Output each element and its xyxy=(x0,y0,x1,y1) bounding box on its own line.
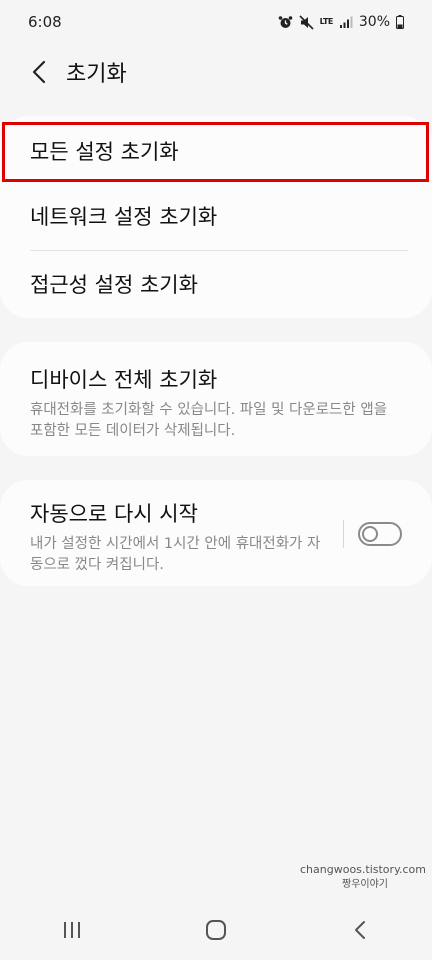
watermark-name: 짱우이야기 xyxy=(342,879,388,890)
reset-all-settings-label: 모든 설정 초기화 xyxy=(30,140,179,164)
watermark: changwoos.tistory.com 짱우이야기 xyxy=(300,862,426,892)
reset-accessibility-settings-item[interactable]: 접근성 설정 초기화 xyxy=(0,250,432,318)
lte-icon: LTE xyxy=(319,17,334,26)
status-bar: 6:08 LTE 30% xyxy=(0,0,432,44)
auto-restart-card[interactable]: 자동으로 다시 시작 내가 설정한 시간에서 1시간 안에 휴대전화가 자동으로… xyxy=(0,480,432,586)
factory-reset-item: 디바이스 전체 초기화 휴대전화를 초기화할 수 있습니다. 파일 및 다운로드… xyxy=(30,364,402,442)
app-header: 초기화 xyxy=(0,44,432,100)
watermark-url: changwoos.tistory.com xyxy=(300,863,426,876)
vertical-divider xyxy=(343,520,344,548)
auto-restart-item: 자동으로 다시 시작 내가 설정한 시간에서 1시간 안에 휴대전화가 자동으로… xyxy=(30,498,322,576)
reset-network-settings-label: 네트워크 설정 초기화 xyxy=(30,204,218,229)
auto-restart-toggle[interactable] xyxy=(358,522,402,546)
home-icon xyxy=(206,920,226,940)
reset-options-card: 모든 설정 초기화 네트워크 설정 초기화 접근성 설정 초기화 xyxy=(0,116,432,318)
factory-reset-description: 휴대전화를 초기화할 수 있습니다. 파일 및 다운로드한 앱을 포함한 모든 … xyxy=(30,402,388,439)
battery-icon xyxy=(396,15,404,29)
recent-apps-button[interactable] xyxy=(42,905,102,955)
status-icons: LTE 30% xyxy=(278,14,404,30)
reset-all-settings-item[interactable]: 모든 설정 초기화 xyxy=(0,120,432,182)
nav-back-button[interactable] xyxy=(330,905,390,955)
navigation-bar xyxy=(0,900,432,960)
back-button[interactable] xyxy=(24,52,54,92)
reset-accessibility-settings-label: 접근성 설정 초기화 xyxy=(30,273,198,297)
auto-restart-title: 자동으로 다시 시작 xyxy=(30,502,198,526)
toggle-knob xyxy=(362,526,378,542)
status-time: 6:08 xyxy=(28,13,62,31)
mute-icon xyxy=(299,14,314,30)
battery-percent: 30% xyxy=(358,14,390,30)
home-button[interactable] xyxy=(186,905,246,955)
reset-network-settings-item[interactable]: 네트워크 설정 초기화 xyxy=(0,182,432,249)
list-divider xyxy=(30,250,408,251)
recent-apps-icon xyxy=(64,922,80,938)
chevron-left-icon xyxy=(32,60,46,84)
alarm-icon xyxy=(278,15,292,28)
auto-restart-description: 내가 설정한 시간에서 1시간 안에 휴대전화가 자동으로 껐다 켜집니다. xyxy=(30,536,321,573)
factory-reset-card[interactable]: 디바이스 전체 초기화 휴대전화를 초기화할 수 있습니다. 파일 및 다운로드… xyxy=(0,342,432,456)
signal-icon xyxy=(339,16,353,28)
back-icon xyxy=(355,921,365,939)
auto-restart-toggle-area xyxy=(343,520,402,548)
factory-reset-title: 디바이스 전체 초기화 xyxy=(30,368,218,392)
page-title: 초기화 xyxy=(66,62,127,87)
